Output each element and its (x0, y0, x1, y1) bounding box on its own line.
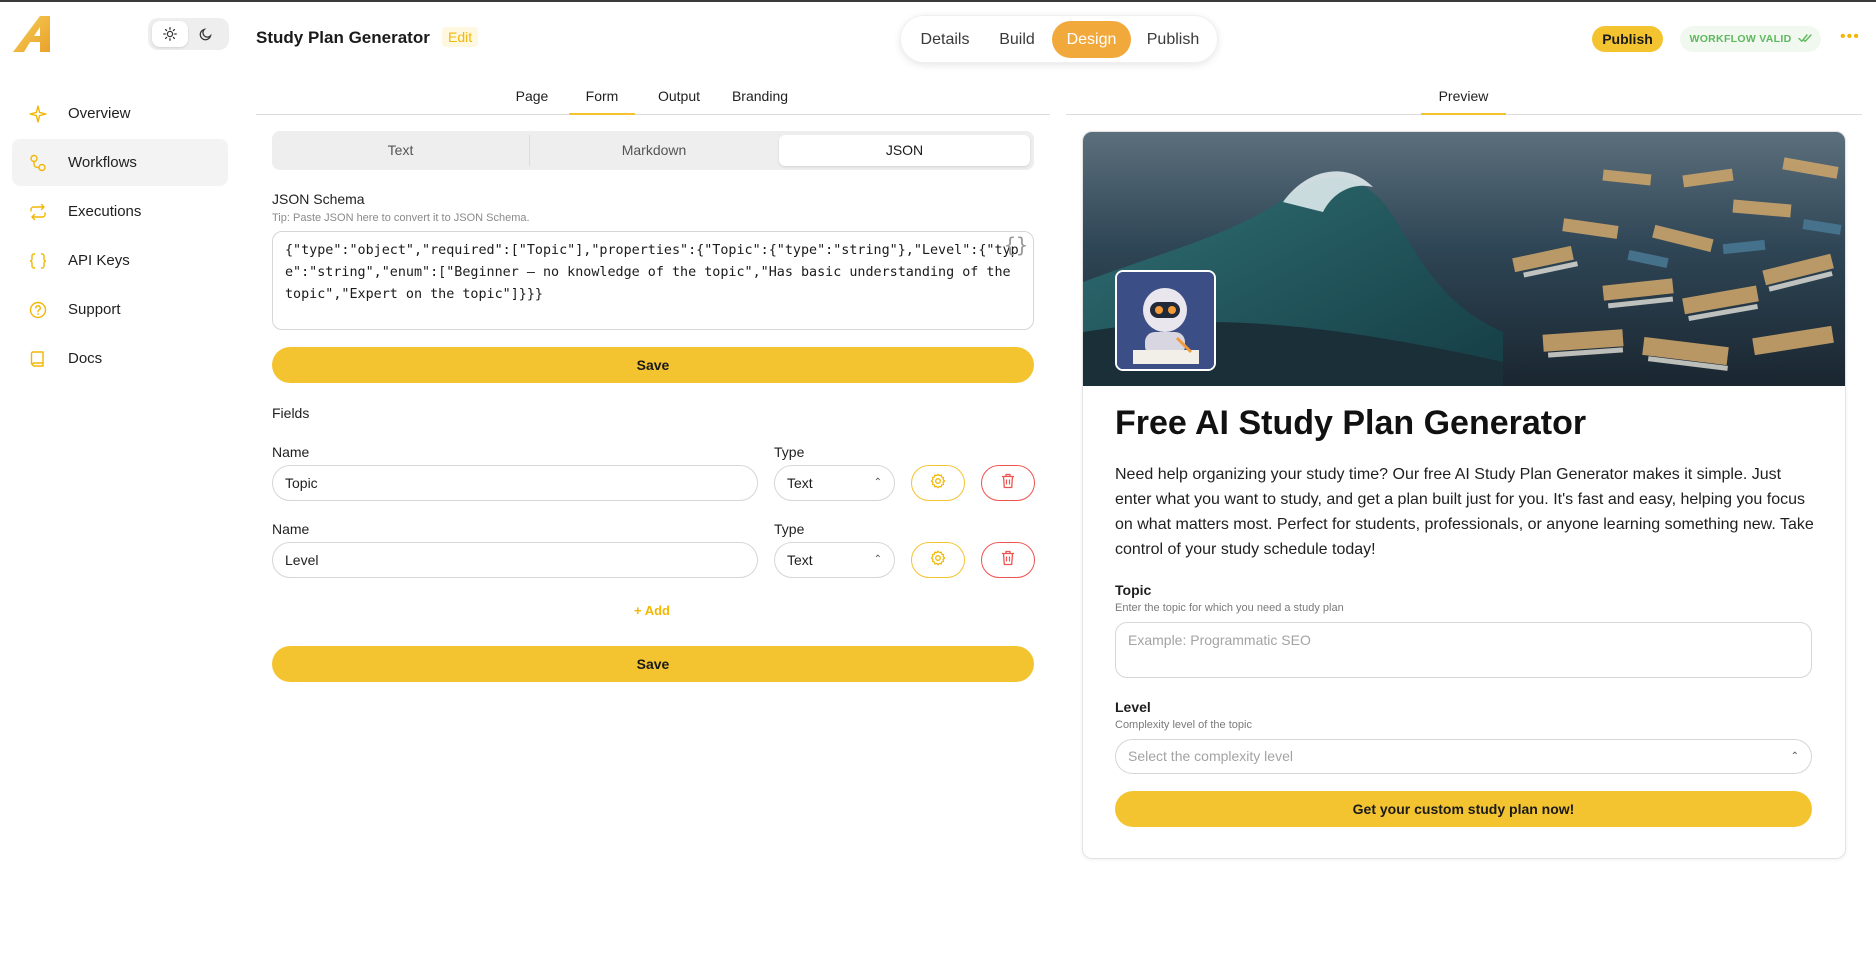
edit-title-link[interactable]: Edit (442, 27, 479, 47)
workflow-status-badge: WORKFLOW VALID (1680, 26, 1821, 52)
gear-icon (930, 473, 946, 494)
sidebar-item-overview[interactable]: Overview (12, 90, 228, 137)
field-type-value: Text (787, 552, 813, 568)
workflow-stepper: Details Build Design Publish (900, 15, 1218, 63)
step-build[interactable]: Build (990, 21, 1044, 58)
sparkle-icon (28, 104, 48, 124)
format-option-json[interactable]: JSON (779, 135, 1030, 166)
format-selector: Text Markdown JSON (272, 131, 1034, 170)
sidebar-item-label: Docs (68, 350, 103, 367)
field-type-label: Type (774, 444, 805, 460)
json-schema-tip: Tip: Paste JSON here to convert it to JS… (272, 212, 530, 224)
sidebar-item-label: Support (68, 301, 121, 318)
format-json-icon[interactable]: {} (1004, 233, 1028, 257)
json-schema-editor[interactable]: {"type":"object","required":["Topic"],"p… (272, 231, 1034, 330)
save-schema-button[interactable]: Save (272, 347, 1034, 383)
json-schema-label: JSON Schema (272, 191, 365, 207)
publish-button[interactable]: Publish (1592, 26, 1663, 52)
field-settings-button[interactable] (911, 542, 965, 578)
preview-topic-help: Enter the topic for which you need a stu… (1115, 602, 1344, 614)
trash-icon (1001, 550, 1015, 571)
preview-level-select[interactable]: Select the complexity level ⌃ (1115, 739, 1812, 774)
field-type-select[interactable]: Text ⌃ (774, 465, 895, 501)
add-field-link[interactable]: + Add (634, 603, 670, 618)
sidebar-item-support[interactable]: Support (12, 286, 228, 333)
book-icon (28, 349, 48, 369)
field-type-value: Text (787, 475, 813, 491)
workflow-status-label: WORKFLOW VALID (1689, 33, 1792, 45)
preview-description: Need help organizing your study time? Ou… (1115, 466, 1814, 558)
preview-topic-label: Topic (1115, 582, 1152, 598)
sun-icon[interactable] (152, 21, 188, 47)
double-check-icon (1797, 33, 1812, 46)
braces-icon (28, 251, 48, 271)
save-fields-button[interactable]: Save (272, 646, 1034, 682)
preview-level-label: Level (1115, 699, 1151, 715)
step-publish[interactable]: Publish (1137, 21, 1209, 58)
tab-preview[interactable]: Preview (1421, 88, 1506, 115)
preview-tabs: Preview (1066, 88, 1862, 115)
app-logo[interactable] (12, 15, 52, 53)
preview-title: Free AI Study Plan Generator (1115, 404, 1587, 442)
moon-icon[interactable] (188, 21, 224, 47)
field-name-input[interactable]: Level (272, 542, 758, 578)
get-study-plan-button[interactable]: Get your custom study plan now! (1115, 791, 1812, 827)
sidebar-item-docs[interactable]: Docs (12, 335, 228, 382)
tab-output[interactable]: Output (649, 88, 709, 114)
field-name-label: Name (272, 521, 310, 537)
preview-level-placeholder: Select the complexity level (1128, 748, 1293, 764)
field-delete-button[interactable] (981, 542, 1035, 578)
chevron-up-down-icon: ⌃ (873, 477, 882, 488)
field-settings-button[interactable] (911, 465, 965, 501)
sidebar-item-executions[interactable]: Executions (12, 188, 228, 235)
form-preview-card: Free AI Study Plan Generator Need help o… (1082, 131, 1846, 859)
sidebar-item-label: API Keys (68, 252, 130, 269)
gear-icon (930, 550, 946, 571)
editor-tabs: Page Form Output Branding (256, 88, 1050, 115)
chevron-up-down-icon: ⌃ (1790, 751, 1799, 762)
more-options-icon[interactable]: ••• (1840, 28, 1860, 46)
tab-form[interactable]: Form (569, 88, 635, 115)
workflow-icon (28, 153, 48, 173)
theme-toggle[interactable] (148, 18, 229, 50)
sidebar-item-label: Workflows (68, 154, 137, 171)
preview-level-help: Complexity level of the topic (1115, 719, 1252, 731)
sidebar-item-label: Executions (68, 203, 142, 220)
tab-branding[interactable]: Branding (726, 88, 794, 114)
field-name-input[interactable]: Topic (272, 465, 758, 501)
step-details[interactable]: Details (911, 21, 979, 58)
step-design[interactable]: Design (1052, 21, 1131, 58)
tab-page[interactable]: Page (514, 88, 550, 114)
sidebar-item-api-keys[interactable]: API Keys (12, 237, 228, 284)
trash-icon (1001, 473, 1015, 494)
page-title: Study Plan Generator (256, 28, 430, 47)
field-type-select[interactable]: Text ⌃ (774, 542, 895, 578)
format-option-text[interactable]: Text (276, 135, 525, 166)
robot-avatar-image (1115, 270, 1216, 371)
field-name-label: Name (272, 444, 310, 460)
window-top-border (0, 0, 1876, 2)
repeat-icon (28, 202, 48, 222)
sidebar-item-workflows[interactable]: Workflows (12, 139, 228, 186)
help-circle-icon (28, 300, 48, 320)
chevron-up-down-icon: ⌃ (873, 554, 882, 565)
format-option-markdown[interactable]: Markdown (529, 135, 778, 166)
sidebar-nav: Overview Workflows Executions API Keys S… (12, 90, 228, 384)
field-type-label: Type (774, 521, 805, 537)
field-delete-button[interactable] (981, 465, 1035, 501)
sidebar-item-label: Overview (68, 105, 131, 122)
preview-topic-input[interactable]: Example: Programmatic SEO (1115, 622, 1812, 678)
fields-heading: Fields (272, 405, 310, 421)
